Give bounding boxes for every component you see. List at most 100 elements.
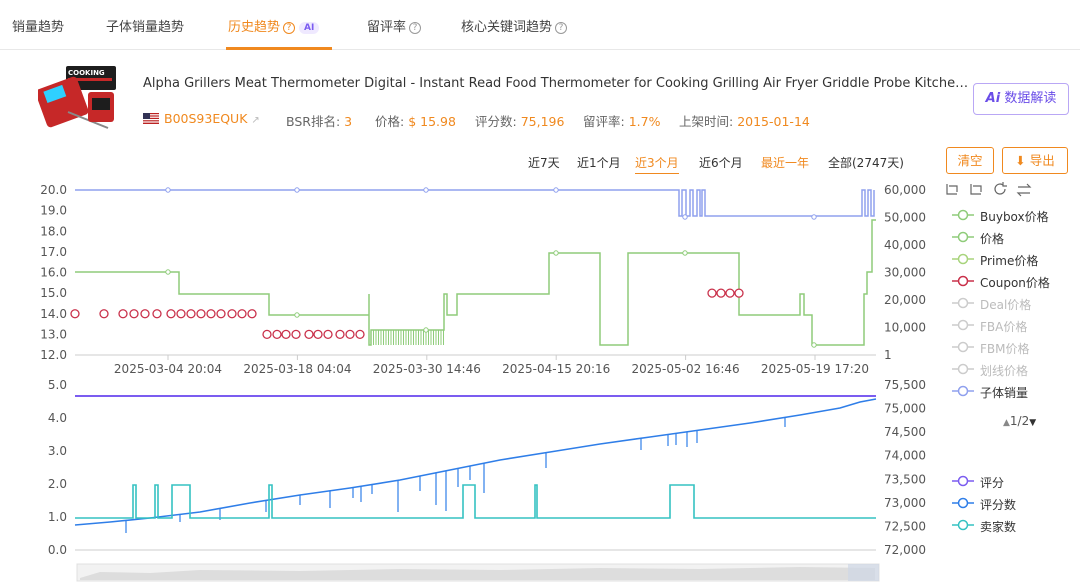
download-icon: ⬇ <box>1015 153 1026 168</box>
tab-core-keyword-trend[interactable]: 核心关键词趋势? <box>461 16 568 35</box>
y-tick-label: 15.0 <box>40 286 67 300</box>
y2-tick-label: 60,000 <box>884 183 926 197</box>
coupon-point <box>716 288 726 298</box>
coupon-point <box>345 329 355 340</box>
listed-meta: 上架时间: 2015-01-14 <box>679 111 810 130</box>
help-icon[interactable]: ? <box>283 22 296 34</box>
y-tick-label: 19.0 <box>40 204 67 218</box>
restore-icon[interactable] <box>994 182 1007 195</box>
y2-tick-label: 75,500 <box>884 378 926 392</box>
navigator-preview <box>80 567 875 580</box>
ai-insight-label: 数据解读 <box>1004 91 1057 106</box>
y2-tick-label: 50,000 <box>884 211 926 225</box>
y2-tick-label: 30,000 <box>884 266 926 280</box>
y2-tick-label: 72,000 <box>884 543 926 557</box>
range-7d[interactable]: 近7天 <box>528 154 560 171</box>
range-6m[interactable]: 近6个月 <box>699 154 743 171</box>
coupon-point <box>291 329 301 340</box>
asin-link[interactable]: B00S93EQUK ↗ <box>164 111 260 126</box>
pager-up-icon[interactable]: ▲ <box>1003 418 1010 428</box>
pager-down-icon[interactable]: ▼ <box>1029 418 1036 428</box>
x-tick-label: 2025-03-18 04:04 <box>243 362 351 376</box>
y2-tick-label: 40,000 <box>884 238 926 252</box>
coupon-point <box>725 288 735 298</box>
legend-pager[interactable]: ▲1/2▼ <box>1003 414 1036 428</box>
tab-label: 历史趋势 <box>228 20 281 35</box>
navigator-handle <box>848 564 879 581</box>
x-tick-label: 2025-05-02 16:46 <box>632 362 740 376</box>
review-rate-value: 1.7% <box>628 114 661 129</box>
data-point <box>811 214 817 220</box>
review-rate-meta: 留评率: 1.7% <box>583 111 660 130</box>
export-label: 导出 <box>1029 153 1055 168</box>
coupon-point <box>140 309 150 319</box>
legend-label: 子体销量 <box>980 386 1029 400</box>
clear-button[interactable]: 清空 <box>946 147 994 174</box>
coupon-point <box>216 309 226 319</box>
range-all[interactable]: 全部(2747天) <box>828 154 904 171</box>
coupon-point <box>176 309 186 319</box>
bsr-meta: BSR排名: 3 <box>286 111 352 130</box>
coupon-point <box>206 309 216 319</box>
y-tick-label: 20.0 <box>40 183 67 197</box>
y-tick-label: 3.0 <box>48 444 67 458</box>
coupon-point <box>323 329 333 340</box>
x-tick-label: 2025-03-04 20:04 <box>114 362 222 376</box>
y-tick-label: 2.0 <box>48 477 67 491</box>
help-icon[interactable]: ? <box>409 22 422 34</box>
tab-bar: 销量趋势 子体销量趋势 历史趋势? AI 留评率? 核心关键词趋势? <box>0 0 1080 50</box>
tab-sales-trend[interactable]: 销量趋势 <box>12 16 64 35</box>
coupon-point <box>247 309 257 319</box>
coupon-point <box>70 309 80 319</box>
range-1y[interactable]: 最近一年 <box>761 154 809 171</box>
y-tick-label: 1.0 <box>48 510 67 524</box>
data-point <box>682 250 688 256</box>
reviews-label: 评分数: <box>475 114 517 129</box>
ai-insight-button[interactable]: Ai 数据解读 <box>973 83 1069 115</box>
range-3m[interactable]: 近3个月 <box>635 154 679 174</box>
bsr-label: BSR排名: <box>286 114 341 129</box>
listed-value: 2015-01-14 <box>737 114 810 129</box>
coupon-point <box>272 329 282 340</box>
coupon-point <box>355 329 365 340</box>
coupon-point <box>196 309 206 319</box>
coupon-point <box>335 329 345 340</box>
tab-history-trend[interactable]: 历史趋势? AI <box>228 16 320 35</box>
y-tick-label: 13.0 <box>40 327 67 341</box>
tab-child-sales-trend[interactable]: 子体销量趋势 <box>106 16 184 35</box>
reviews-meta: 评分数: 75,196 <box>475 111 564 130</box>
data-point <box>423 187 429 193</box>
x-tick-label: 2025-03-30 14:46 <box>373 362 481 376</box>
y-tick-label: 16.0 <box>40 266 67 280</box>
y2-tick-label: 74,500 <box>884 425 926 439</box>
data-point <box>553 250 559 256</box>
us-flag-icon <box>143 113 159 124</box>
external-link-icon[interactable]: ↗ <box>251 115 259 126</box>
y2-tick-label: 1 <box>884 348 892 362</box>
export-button[interactable]: ⬇ 导出 <box>1002 147 1068 174</box>
switch-icon[interactable] <box>1016 183 1032 197</box>
tab-review-rate[interactable]: 留评率? <box>367 16 422 35</box>
coupon-point <box>99 309 109 319</box>
y2-tick-label: 74,000 <box>884 449 926 463</box>
price-label: 价格: <box>375 114 405 129</box>
coupon-point <box>152 309 162 319</box>
zoom-select-icon[interactable] <box>946 184 958 195</box>
coupon-point <box>734 288 744 298</box>
range-1m[interactable]: 近1个月 <box>577 154 621 171</box>
series-review-count <box>74 398 877 526</box>
y2-tick-label: 20,000 <box>884 293 926 307</box>
legend-label: 划线价格 <box>980 364 1029 378</box>
data-point <box>165 269 171 275</box>
y-tick-label: 18.0 <box>40 224 67 238</box>
series-seller-count <box>75 484 876 519</box>
pager-text: 1/2 <box>1009 414 1030 428</box>
help-icon[interactable]: ? <box>555 22 568 34</box>
zoom-reset-icon[interactable] <box>970 184 982 195</box>
legend-label: 评分数 <box>980 498 1017 512</box>
product-image-text: COOKING <box>68 69 105 77</box>
tab-label: 子体销量趋势 <box>106 20 185 35</box>
product-title[interactable]: Alpha Grillers Meat Thermometer Digital … <box>143 76 973 91</box>
y-tick-label: 5.0 <box>48 378 67 392</box>
coupon-point <box>237 309 247 319</box>
